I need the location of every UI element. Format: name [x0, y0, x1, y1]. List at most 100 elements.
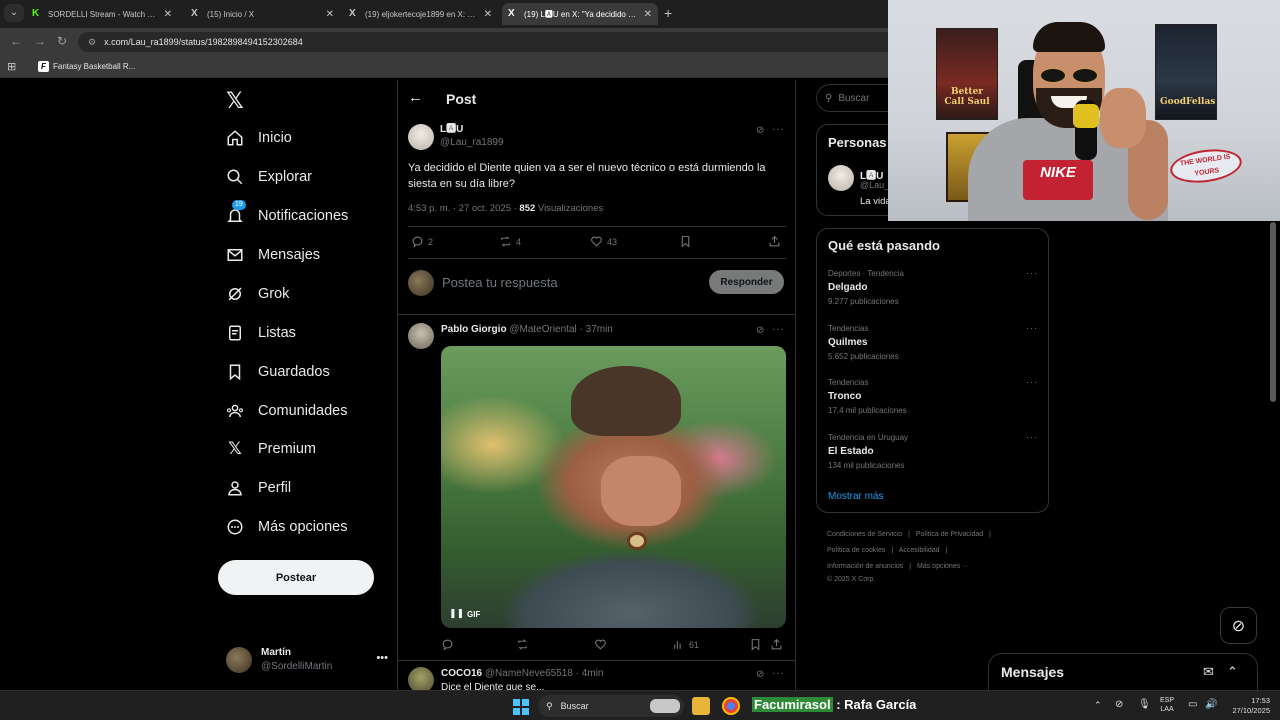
nav-item-mensajes[interactable]: Mensajes — [226, 242, 320, 268]
new-message-icon[interactable]: ✉ — [1203, 664, 1214, 680]
avatar[interactable] — [408, 667, 434, 690]
close-icon[interactable]: ✕ — [326, 9, 334, 20]
close-icon[interactable]: ✕ — [484, 9, 492, 20]
reply-icon — [412, 236, 423, 248]
grok-icon[interactable]: ⊘ — [756, 325, 764, 336]
nav-item-comunidades[interactable]: Comunidades — [226, 398, 347, 424]
nav-item-guardados[interactable]: Guardados — [226, 359, 330, 385]
nav-item-inicio[interactable]: Inicio — [226, 125, 292, 151]
footer-link[interactable]: Accesibilidad — [899, 547, 940, 554]
reply-author[interactable]: COCO16 @NameNeve65518 · 4min — [441, 668, 603, 679]
avatar[interactable] — [408, 124, 434, 150]
post-actions: 2 4 43 — [408, 235, 786, 251]
footer-link[interactable]: Política de Privacidad — [916, 531, 983, 538]
show-more-link[interactable]: Mostrar más — [828, 491, 884, 502]
more-icon[interactable]: ··· — [1026, 268, 1038, 278]
views-count: 61 — [689, 639, 700, 650]
url-field[interactable]: ⚙ x.com/Lau_ra1899/status/19828984941523… — [78, 32, 898, 52]
clock[interactable]: 17:53 27/10/2025 — [1226, 696, 1270, 716]
footer-link[interactable]: Condiciones de Servicio — [827, 531, 902, 538]
file-explorer-icon[interactable] — [692, 697, 710, 715]
post-button[interactable]: Postear — [218, 560, 374, 595]
trend-item[interactable]: Deportes · Tendencia Delgado 9.277 publi… — [828, 268, 1038, 308]
reload-icon[interactable]: ↻ — [57, 34, 67, 48]
trend-item[interactable]: Tendencias Quilmes 5.652 publicaciones ·… — [828, 323, 1038, 363]
nav-item-explorar[interactable]: Explorar — [226, 164, 312, 190]
post-author[interactable]: L🅰U @Lau_ra1899 — [440, 123, 504, 149]
reply-author[interactable]: Pablo Giorgio @MateOriental · 37min — [441, 324, 613, 335]
volume-icon[interactable]: 🔊 — [1205, 699, 1217, 710]
apps-grid-icon[interactable]: ⊞ — [7, 60, 16, 73]
scrollbar[interactable] — [1270, 222, 1276, 402]
share-action[interactable] — [770, 638, 787, 651]
back-arrow-icon[interactable]: ← — [408, 89, 423, 106]
forward-icon[interactable]: → — [34, 34, 46, 48]
gif-figure-watch — [627, 532, 647, 550]
tab-search-button[interactable]: ⌄ — [4, 4, 24, 22]
back-icon[interactable]: ← — [10, 34, 22, 48]
new-tab-icon[interactable]: + — [664, 5, 672, 21]
more-icon[interactable]: ··· — [772, 668, 785, 679]
bookmark-action[interactable] — [749, 638, 766, 651]
repost-action[interactable]: 4 — [499, 235, 521, 248]
messages-drawer[interactable]: Mensajes ✉ ⌃ — [988, 653, 1258, 690]
display-icon[interactable]: ▭ — [1188, 699, 1197, 710]
windows-start-icon[interactable] — [513, 699, 529, 715]
browser-tab-active[interactable]: X (19) L🅰U en X: "Ya decidido el D ✕ — [502, 3, 658, 25]
close-icon[interactable]: ✕ — [164, 9, 172, 20]
chevron-up-icon[interactable]: ⌃ — [1227, 664, 1238, 680]
nav-item-notificaciones[interactable]: 19 Notificaciones — [226, 200, 349, 229]
browser-tab[interactable]: X (15) Inicio / X ✕ — [185, 3, 340, 25]
more-icon[interactable]: ··· — [1026, 432, 1038, 442]
bookmark-action[interactable] — [679, 235, 696, 248]
footer-link[interactable]: Política de cookies — [827, 547, 885, 554]
microphone-icon[interactable]: 🎙 — [1138, 699, 1151, 710]
account-switcher[interactable]: Martín @SordelliMartin ••• — [226, 644, 388, 676]
more-icon[interactable]: ··· — [772, 124, 785, 135]
bookmark-item[interactable]: F Fantasy Basketball R... — [38, 61, 135, 72]
nav-item-perfil[interactable]: Perfil — [226, 475, 291, 501]
nav-item-premium[interactable]: 𝕏 Premium — [226, 436, 316, 462]
footer-link[interactable]: Más opciones ··· — [917, 563, 969, 570]
chrome-icon[interactable] — [722, 697, 740, 715]
reply-action[interactable]: 2 — [411, 235, 433, 248]
reply-input[interactable]: Postea tu respuesta — [442, 275, 558, 290]
language-indicator[interactable]: ESP LAA — [1160, 696, 1174, 714]
browser-tab[interactable]: X (19) eljokertecoje1899 en X: "@ ✕ — [343, 3, 498, 25]
trend-item[interactable]: Tendencias Tronco 17,4 mil publicaciones… — [828, 377, 1038, 417]
post-time[interactable]: 4:53 p. m. · 27 oct. 2025 · — [408, 203, 519, 214]
nav-label: Notificaciones — [258, 208, 349, 224]
share-icon — [769, 235, 780, 247]
grok-icon[interactable]: ⊘ — [756, 125, 764, 136]
reply-action[interactable] — [441, 638, 458, 651]
nav-item-mas-opciones[interactable]: Más opciones — [226, 514, 347, 540]
footer-link[interactable]: Información de anuncios — [827, 563, 903, 570]
grok-floating-button[interactable]: ⊘ — [1220, 607, 1257, 644]
browser-tab[interactable]: K SORDELLI Stream - Watch Live o ✕ — [26, 3, 178, 25]
like-action[interactable]: 43 — [590, 235, 617, 248]
reply-button[interactable]: Responder — [709, 270, 784, 294]
more-icon[interactable]: ··· — [1026, 323, 1038, 333]
pause-icon[interactable]: ❚❚ — [449, 608, 464, 620]
share-action[interactable] — [768, 235, 785, 248]
avatar[interactable] — [828, 165, 854, 191]
gif-media[interactable]: ❚❚ GIF — [441, 346, 786, 628]
chevron-up-icon[interactable]: ⌃ — [1094, 700, 1104, 710]
taskbar-search[interactable]: ⚲ Buscar — [538, 695, 684, 717]
avatar[interactable] — [408, 323, 434, 349]
like-action[interactable] — [594, 638, 611, 651]
more-icon[interactable]: ··· — [1026, 377, 1038, 387]
repost-action[interactable] — [516, 638, 533, 651]
nav-item-grok[interactable]: Grok — [226, 281, 289, 307]
bookmark-icon — [681, 236, 690, 248]
views-action[interactable]: 61 — [672, 638, 699, 651]
grok-icon[interactable]: ⊘ — [756, 669, 764, 680]
x-logo-icon[interactable]: 𝕏 — [226, 88, 244, 114]
nav-item-listas[interactable]: Listas — [226, 320, 296, 346]
more-icon[interactable]: ••• — [376, 652, 388, 664]
more-icon[interactable]: ··· — [772, 324, 785, 335]
site-info-icon[interactable]: ⚙ — [88, 37, 96, 48]
trend-item[interactable]: Tendencia en Uruguay El Estado 134 mil p… — [828, 432, 1038, 472]
network-icon[interactable]: ⊘ — [1115, 699, 1123, 710]
close-icon[interactable]: ✕ — [644, 9, 652, 20]
